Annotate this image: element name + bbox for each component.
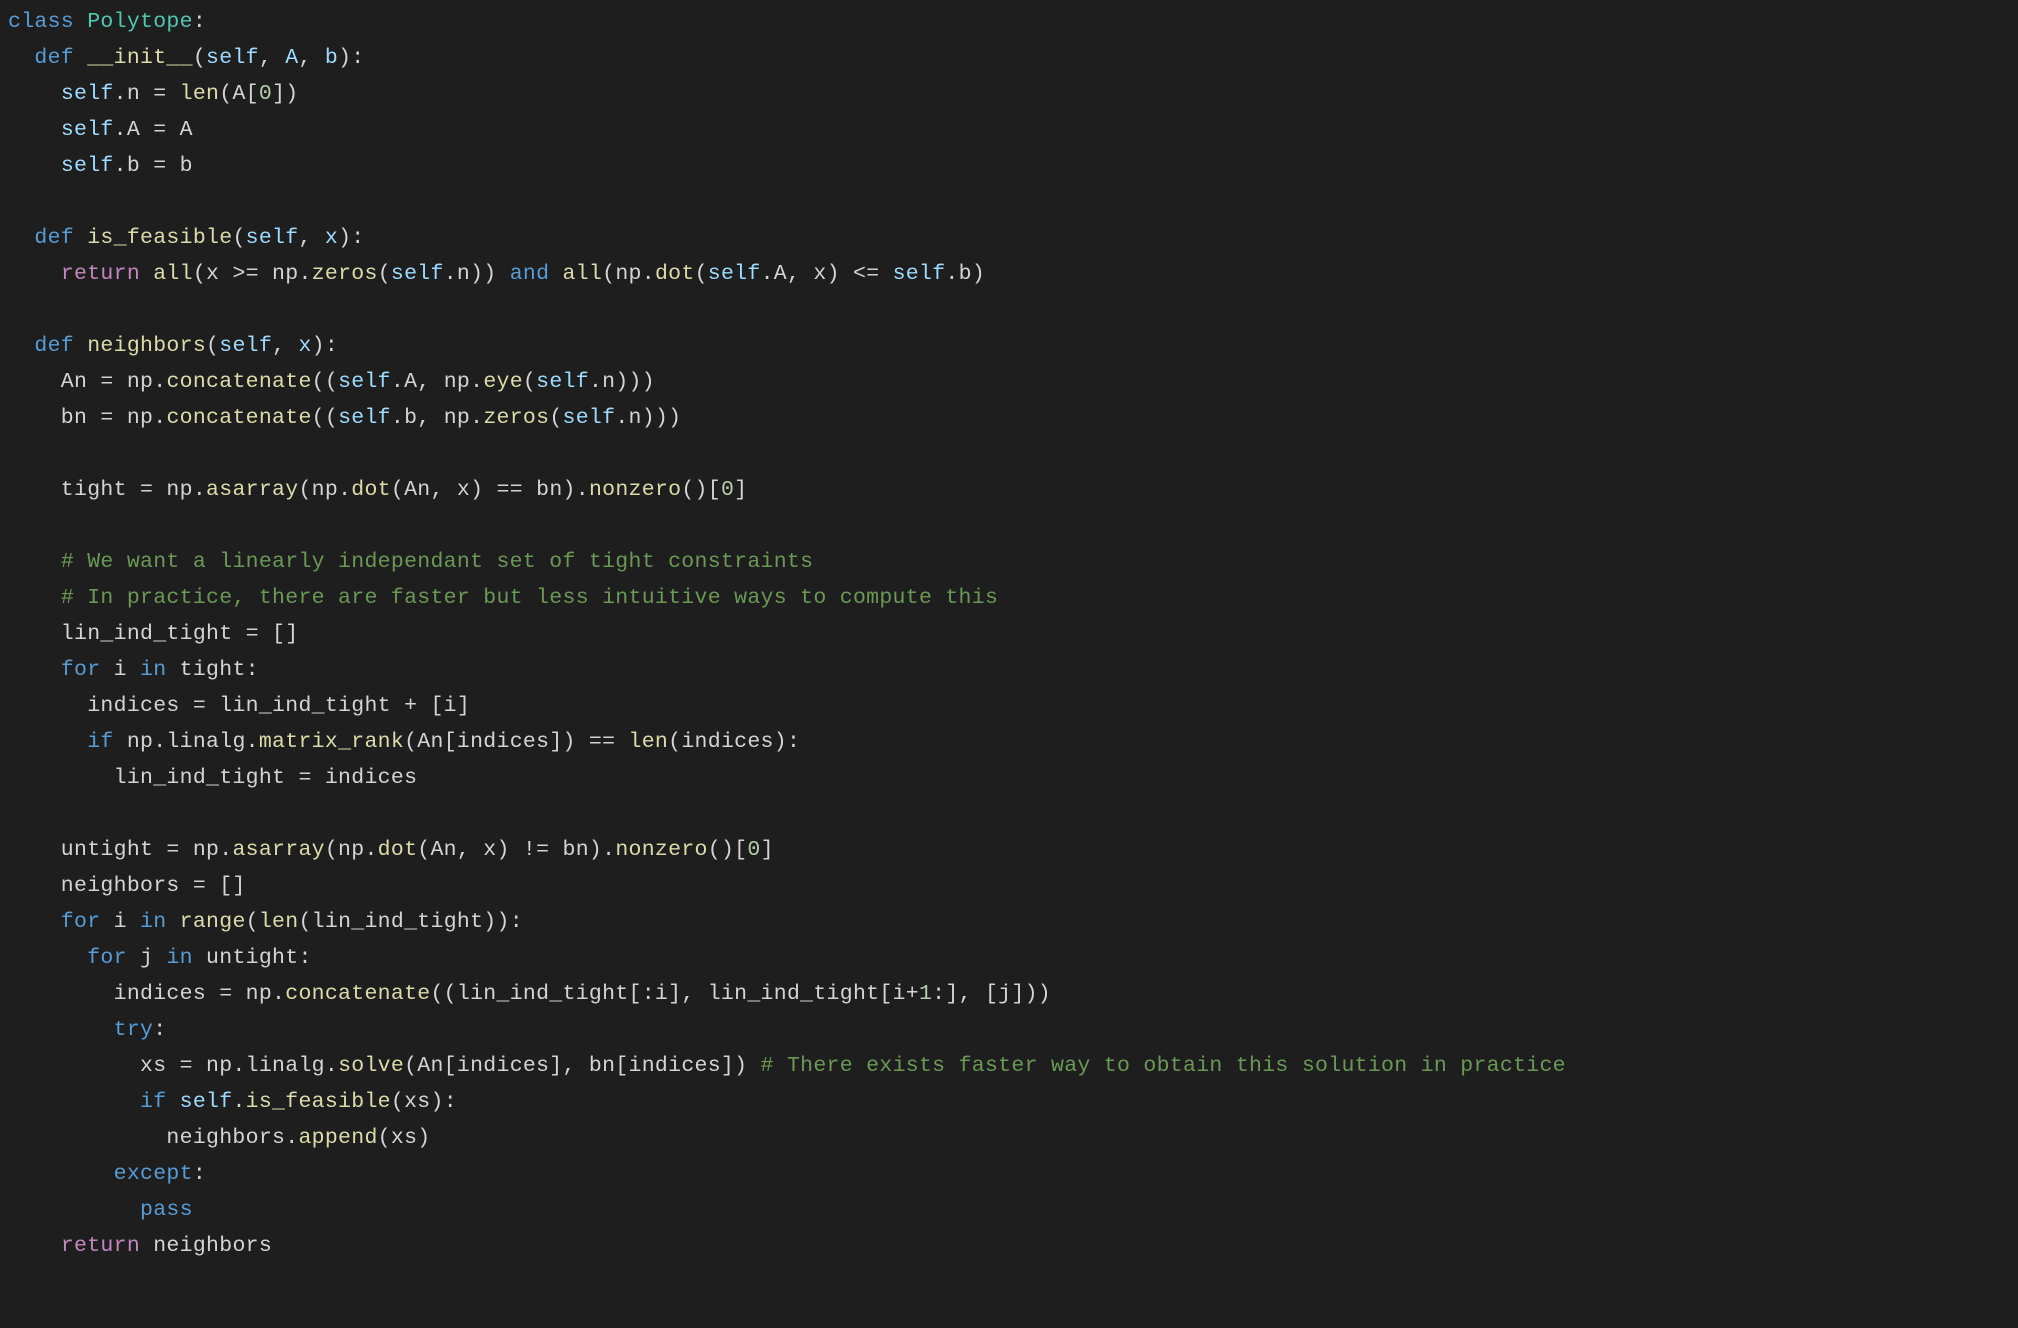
- code-line: bn = np.concatenate((self.b, np.zeros(se…: [8, 406, 681, 430]
- code-line: untight = np.asarray(np.dot(An, x) != bn…: [8, 838, 774, 862]
- code-line: if self.is_feasible(xs):: [8, 1090, 457, 1114]
- code-line: neighbors = []: [8, 874, 246, 898]
- code-line: pass: [8, 1198, 193, 1222]
- code-line: except:: [8, 1162, 206, 1186]
- code-line: lin_ind_tight = []: [8, 622, 298, 646]
- code-line: self.b = b: [8, 154, 193, 178]
- code-line: for j in untight:: [8, 946, 312, 970]
- code-line: try:: [8, 1018, 166, 1042]
- code-line: return neighbors: [8, 1234, 272, 1258]
- code-line: for i in range(len(lin_ind_tight)):: [8, 910, 523, 934]
- code-line: self.n = len(A[0]): [8, 82, 298, 106]
- code-block: class Polytope: def __init__(self, A, b)…: [0, 0, 2018, 1272]
- code-line: # We want a linearly independant set of …: [8, 550, 813, 574]
- code-line: # In practice, there are faster but less…: [8, 586, 998, 610]
- code-line: def neighbors(self, x):: [8, 334, 338, 358]
- code-line: if np.linalg.matrix_rank(An[indices]) ==…: [8, 730, 800, 754]
- code-line: xs = np.linalg.solve(An[indices], bn[ind…: [8, 1054, 1566, 1078]
- code-line: indices = lin_ind_tight + [i]: [8, 694, 470, 718]
- code-line: for i in tight:: [8, 658, 259, 682]
- code-line: class Polytope:: [8, 10, 206, 34]
- code-line: def __init__(self, A, b):: [8, 46, 364, 70]
- code-line: return all(x >= np.zeros(self.n)) and al…: [8, 262, 985, 286]
- code-line: lin_ind_tight = indices: [8, 766, 417, 790]
- class-name: Polytope: [87, 10, 193, 34]
- code-line: def is_feasible(self, x):: [8, 226, 364, 250]
- code-line: tight = np.asarray(np.dot(An, x) == bn).…: [8, 478, 747, 502]
- code-line: neighbors.append(xs): [8, 1126, 430, 1150]
- code-line: indices = np.concatenate((lin_ind_tight[…: [8, 982, 1051, 1006]
- code-line: An = np.concatenate((self.A, np.eye(self…: [8, 370, 655, 394]
- code-line: self.A = A: [8, 118, 193, 142]
